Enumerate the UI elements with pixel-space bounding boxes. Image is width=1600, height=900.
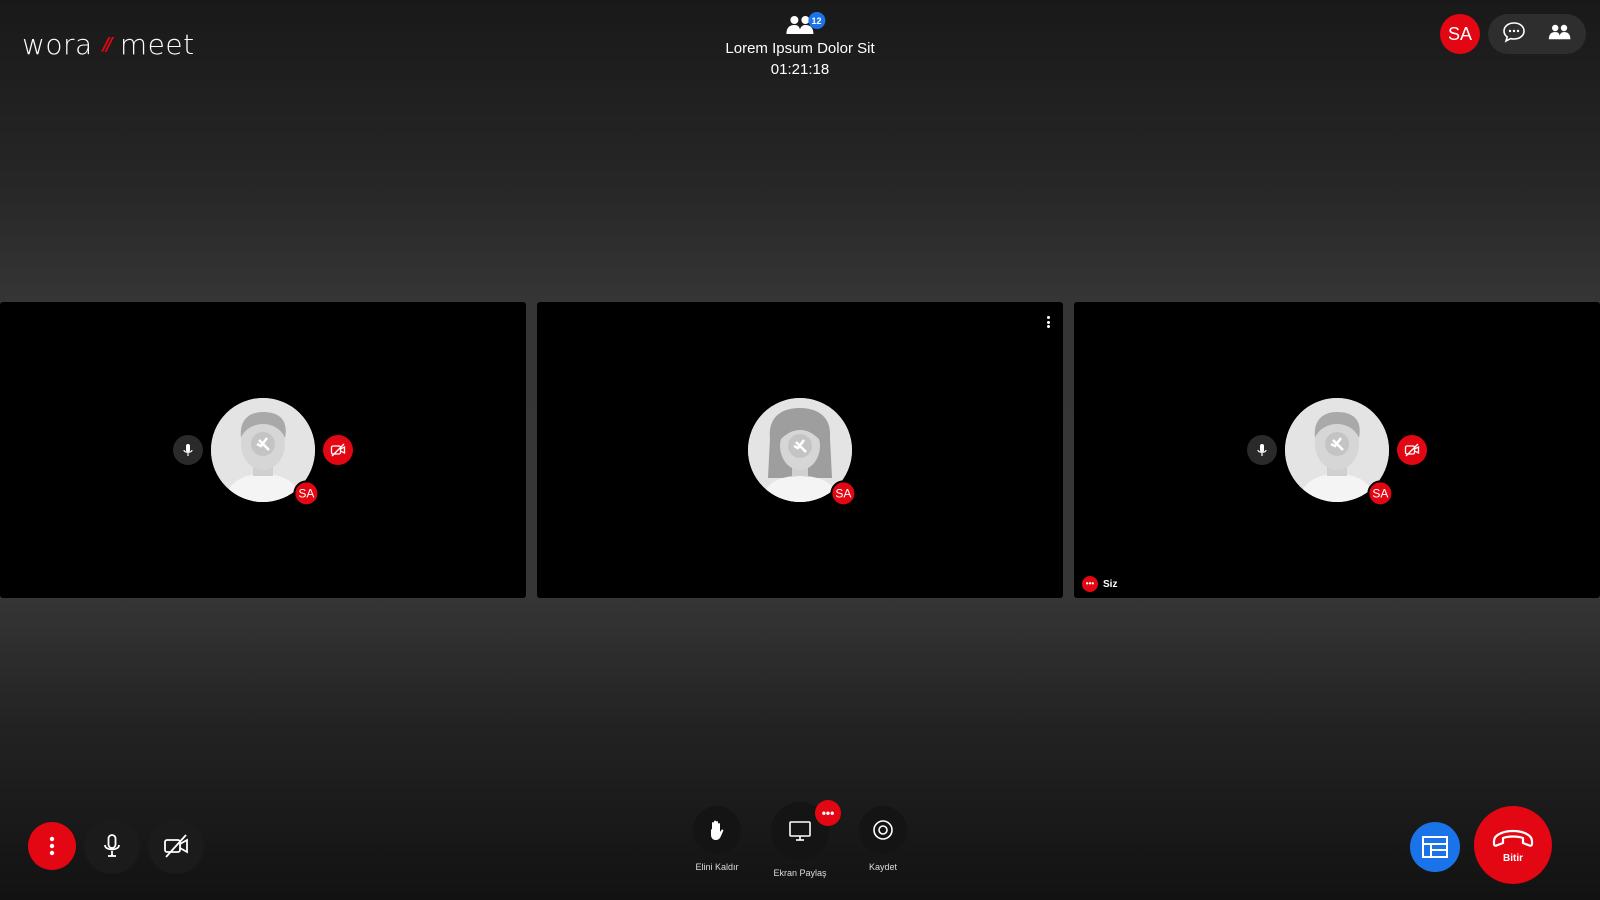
camera-off-icon (164, 834, 188, 858)
media-controls (28, 818, 204, 874)
camera-off-icon (330, 443, 346, 457)
logo-text-meet: meet (119, 28, 195, 61)
record-button[interactable] (859, 806, 907, 854)
camera-status (323, 435, 353, 465)
more-options-button[interactable] (28, 822, 76, 870)
mic-icon (183, 444, 193, 456)
mic-toggle-button[interactable] (84, 818, 140, 874)
participants-icon (1548, 24, 1571, 39)
participant-initials-badge: SA (830, 480, 857, 507)
monitor-icon (789, 821, 811, 841)
meeting-info: 12 Lorem Ipsum Dolor Sit 01:21:18 (725, 12, 875, 78)
raise-hand-label: Elini Kaldır (695, 862, 739, 872)
share-screen-label: Ekran Paylaş (773, 868, 827, 878)
top-right-actions: SA (1440, 14, 1586, 54)
side-panel-toggles (1488, 14, 1586, 54)
vertical-dots-icon (49, 836, 55, 856)
camera-status (1397, 435, 1427, 465)
mic-status (1247, 435, 1277, 465)
hang-up-icon (1492, 829, 1534, 847)
raise-hand-control: Elini Kaldır (693, 806, 741, 872)
meeting-timer: 01:21:18 (770, 61, 830, 78)
video-grid: SA SA SA ••• Siz (0, 302, 1600, 598)
participant-avatar-wrap: SA (173, 398, 353, 507)
logo-slash: // (102, 34, 113, 55)
participant-avatar-wrap: SA (1247, 398, 1427, 507)
user-avatar[interactable]: SA (1440, 14, 1480, 54)
end-call-button[interactable]: Bitir (1474, 806, 1552, 884)
self-options-icon[interactable]: ••• (1082, 576, 1098, 592)
mic-icon (1257, 444, 1267, 456)
self-label: ••• Siz (1082, 576, 1117, 592)
meeting-actions: Elini Kaldır ••• Ekran Paylaş Kaydet (693, 800, 907, 878)
mic-icon (104, 834, 120, 857)
participant-initials-badge: SA (293, 480, 320, 507)
layout-toggle-button[interactable] (1410, 822, 1460, 872)
mic-status (173, 435, 203, 465)
chat-icon (1503, 21, 1525, 43)
video-tile[interactable]: SA (537, 302, 1063, 598)
menu-dot (1046, 316, 1050, 319)
tile-more-menu[interactable] (1043, 314, 1053, 330)
record-label: Kaydet (868, 862, 898, 872)
participants-indicator[interactable]: 12 (783, 12, 825, 38)
end-call-label: Bitir (1503, 852, 1523, 864)
record-icon (873, 820, 893, 840)
self-name: Siz (1103, 578, 1118, 590)
participant-avatar-wrap: SA (748, 398, 857, 507)
hand-icon (711, 820, 724, 840)
menu-dot (1046, 325, 1050, 328)
video-tile[interactable]: SA (0, 302, 526, 598)
menu-dot (1046, 320, 1050, 324)
raise-hand-button[interactable] (693, 806, 741, 854)
logo-text-wora: wora (22, 28, 93, 61)
share-screen-control: ••• Ekran Paylaş (771, 800, 841, 878)
participant-count-badge: 12 (808, 12, 825, 29)
app-logo: wora // meet (22, 28, 195, 61)
grid-layout-icon (1422, 836, 1448, 858)
camera-off-icon (1404, 443, 1420, 457)
camera-toggle-button[interactable] (148, 818, 204, 874)
meeting-title: Lorem Ipsum Dolor Sit (725, 40, 875, 57)
record-control: Kaydet (859, 806, 907, 872)
participant-initials-badge: SA (1367, 480, 1394, 507)
video-tile-self[interactable]: SA ••• Siz (1074, 302, 1600, 598)
chat-button[interactable] (1502, 21, 1526, 48)
share-options-badge[interactable]: ••• (815, 800, 841, 826)
participants-button[interactable] (1548, 21, 1572, 48)
